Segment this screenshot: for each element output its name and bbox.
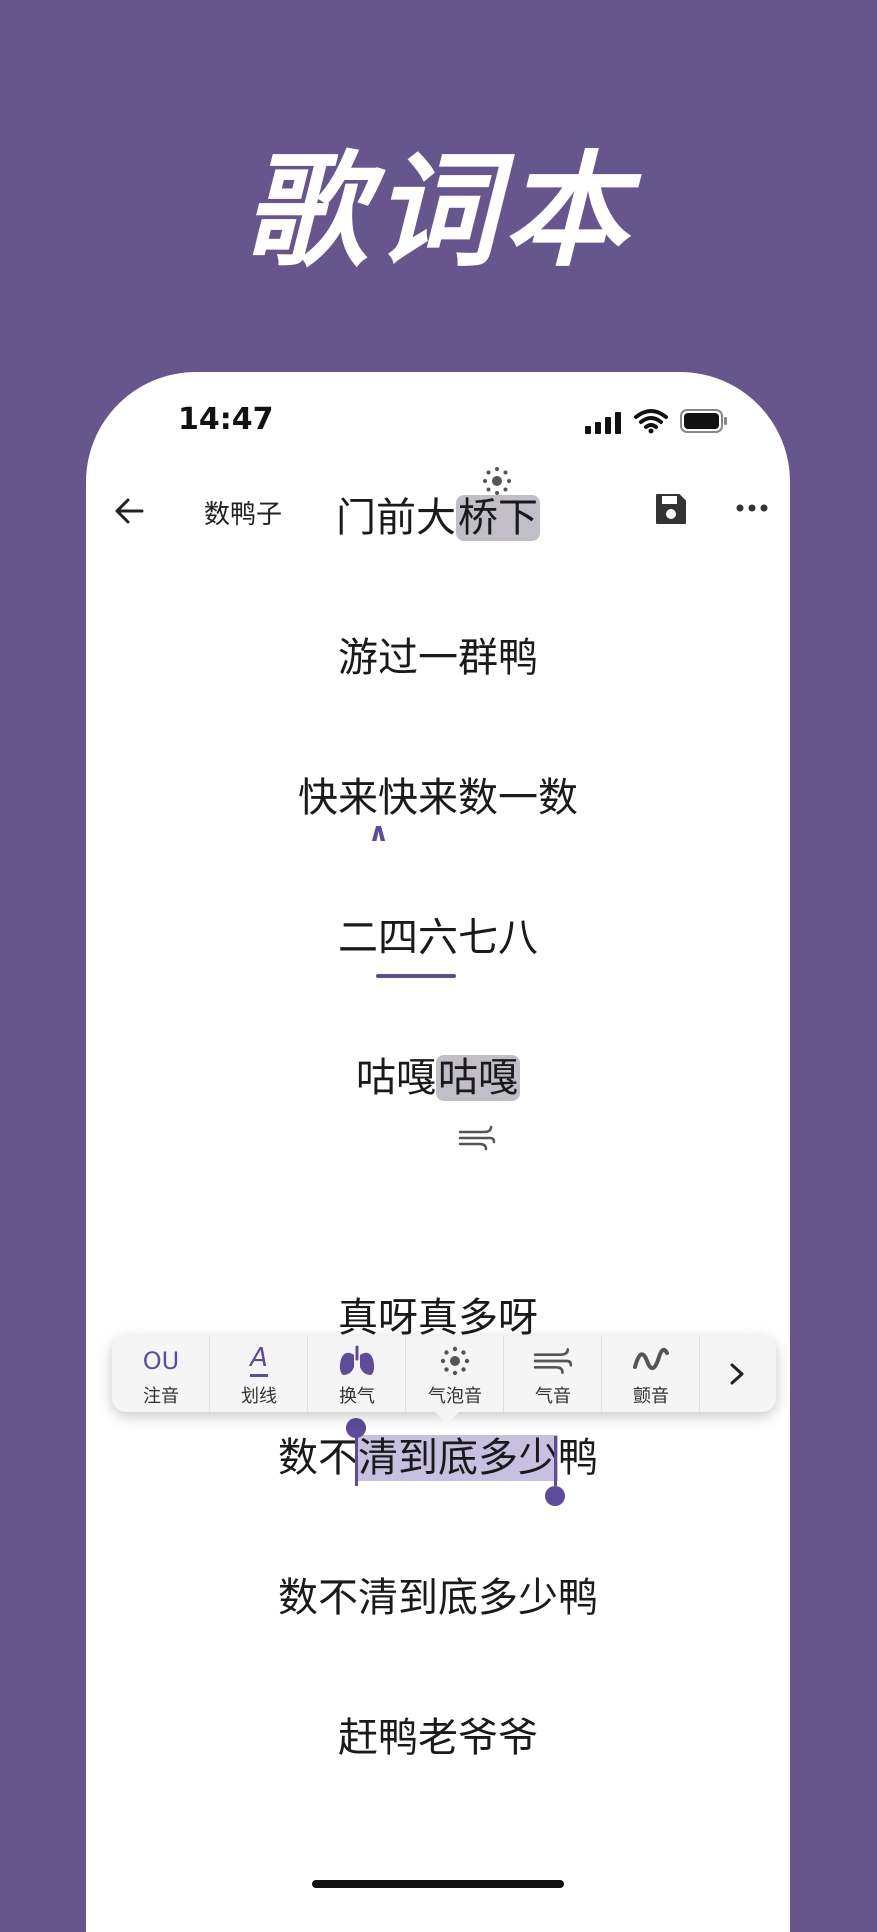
lyric-line[interactable]: 赶鸭老爷爷	[86, 1710, 790, 1766]
tool-airy[interactable]: 气音	[504, 1336, 602, 1412]
lyric-text: 快来快来数一数	[298, 775, 578, 821]
chevron-right-icon	[730, 1363, 744, 1385]
tool-underline[interactable]: A 划线	[210, 1336, 308, 1412]
lyric-text: 二四六七八	[338, 915, 538, 961]
lyric-line[interactable]: 二四六七八	[86, 910, 790, 966]
tool-label: 颤音	[633, 1386, 669, 1407]
lyric-text: 咕嘎	[356, 1055, 436, 1101]
selection-highlight: 清到底多少	[358, 1435, 558, 1481]
lyric-text: 门前大	[336, 495, 456, 541]
bubble-icon	[440, 1346, 470, 1376]
lungs-icon	[339, 1345, 375, 1375]
lyric-text: 鸭	[558, 1435, 598, 1481]
wind-icon	[533, 1348, 573, 1374]
hero-title: 歌词本	[243, 140, 634, 284]
toolbar-more-button[interactable]	[700, 1336, 774, 1412]
lyric-highlight: 咕嘎	[436, 1055, 520, 1101]
lyric-line[interactable]: 门前大桥下	[86, 490, 790, 546]
lyric-line[interactable]: 咕嘎咕嘎	[86, 1050, 790, 1106]
vibrato-icon	[633, 1347, 669, 1370]
status-time: 14:47	[178, 402, 274, 437]
underline-icon: A	[250, 1345, 268, 1377]
selection-end-bar	[554, 1436, 557, 1486]
lyric-line[interactable]: 快来快来数一数	[86, 770, 790, 826]
underline-mark	[376, 974, 456, 978]
lyric-text: 数不	[278, 1435, 358, 1481]
tool-label: 注音	[143, 1386, 179, 1407]
lyric-line[interactable]: 数不清到底多少鸭	[86, 1570, 790, 1626]
tool-breath[interactable]: 换气	[308, 1336, 406, 1412]
underline-glyph: A	[250, 1343, 268, 1373]
lyric-text: 数不清到底多少鸭	[278, 1575, 598, 1621]
phone-screen: 14:47 数鸭子 门前大桥下 游过一群鸭 快来快来数一数 ∧ 二四六七八 咕嘎…	[86, 372, 790, 1932]
tool-vibrato[interactable]: 颤音	[602, 1336, 700, 1412]
wind-mark-icon	[458, 1125, 496, 1151]
selection-start-bar	[355, 1436, 358, 1486]
tool-vocal-fry[interactable]: 气泡音	[406, 1336, 504, 1412]
lyric-text: 游过一群鸭	[338, 635, 538, 681]
lyric-highlight: 桥下	[456, 495, 540, 541]
tool-label: 气音	[535, 1386, 571, 1407]
home-indicator	[312, 1880, 564, 1888]
lyric-line[interactable]: 游过一群鸭	[86, 630, 790, 686]
lyric-line-selected[interactable]: 数不清到底多少鸭	[86, 1430, 790, 1486]
tool-label: 划线	[241, 1386, 277, 1407]
tool-label: 换气	[339, 1386, 375, 1407]
battery-icon	[680, 409, 727, 433]
annotation-toolbar: OU 注音 A 划线 换气 气泡音 气音 颤音	[112, 1336, 776, 1412]
status-bar: 14:47	[86, 402, 790, 446]
tool-label: 气泡音	[428, 1386, 482, 1407]
tool-pinyin[interactable]: OU 注音	[112, 1336, 210, 1412]
toolbar-pointer	[435, 1412, 459, 1424]
pinyin-icon: OU	[142, 1347, 180, 1375]
selection-end-handle[interactable]	[545, 1486, 565, 1506]
lyric-text: 赶鸭老爷爷	[338, 1715, 538, 1761]
signal-icon	[585, 412, 621, 434]
wifi-icon	[634, 409, 668, 434]
caret-mark: ∧	[368, 818, 390, 848]
lyric-text: 真呀真多呀	[338, 1295, 538, 1341]
selection-start-handle[interactable]	[346, 1418, 366, 1438]
